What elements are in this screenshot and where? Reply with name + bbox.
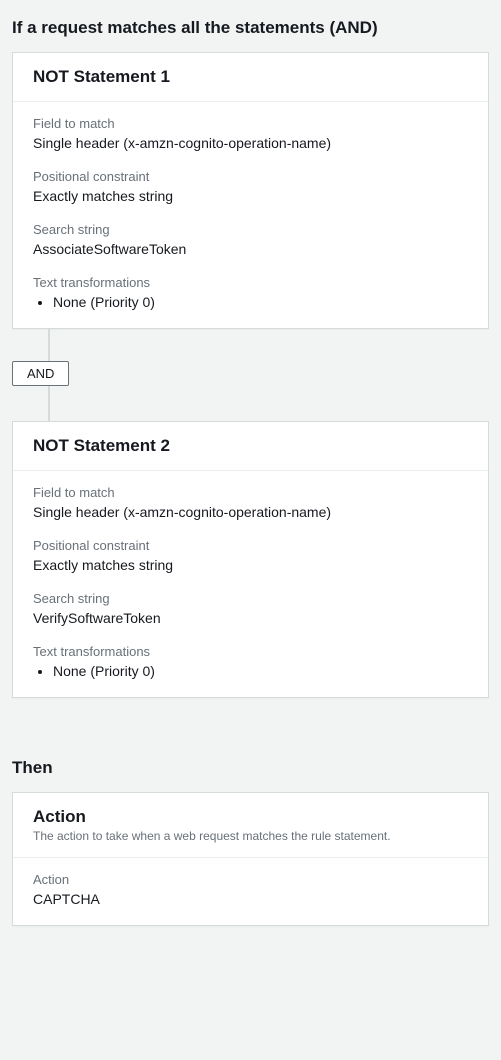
- then-heading: Then: [12, 758, 489, 778]
- statement-panel-body: Field to match Single header (x-amzn-cog…: [13, 102, 488, 328]
- field-to-match-group: Field to match Single header (x-amzn-cog…: [33, 116, 468, 151]
- search-string-label: Search string: [33, 591, 468, 606]
- positional-constraint-value: Exactly matches string: [33, 188, 468, 204]
- action-panel: Action The action to take when a web req…: [12, 792, 489, 926]
- text-transformations-group: Text transformations None (Priority 0): [33, 644, 468, 679]
- text-transformations-label: Text transformations: [33, 644, 468, 659]
- action-label: Action: [33, 872, 468, 887]
- statement-panel-header: NOT Statement 1: [13, 53, 488, 102]
- positional-constraint-group: Positional constraint Exactly matches st…: [33, 169, 468, 204]
- text-transformations-label: Text transformations: [33, 275, 468, 290]
- and-connector: AND: [12, 329, 489, 421]
- statement-panel: NOT Statement 2 Field to match Single he…: [12, 421, 489, 698]
- action-value: CAPTCHA: [33, 891, 468, 907]
- field-to-match-value: Single header (x-amzn-cognito-operation-…: [33, 135, 468, 151]
- action-panel-subtitle: The action to take when a web request ma…: [33, 829, 468, 843]
- positional-constraint-label: Positional constraint: [33, 538, 468, 553]
- search-string-value: AssociateSoftwareToken: [33, 241, 468, 257]
- search-string-group: Search string VerifySoftwareToken: [33, 591, 468, 626]
- statement-panel-body: Field to match Single header (x-amzn-cog…: [13, 471, 488, 697]
- statement-title: NOT Statement 2: [33, 436, 468, 456]
- action-panel-header: Action The action to take when a web req…: [13, 793, 488, 858]
- action-panel-title: Action: [33, 807, 468, 827]
- statement-title: NOT Statement 1: [33, 67, 468, 87]
- search-string-label: Search string: [33, 222, 468, 237]
- action-panel-body: Action CAPTCHA: [13, 858, 488, 925]
- and-badge: AND: [12, 361, 69, 386]
- text-transformations-group: Text transformations None (Priority 0): [33, 275, 468, 310]
- statement-panel: NOT Statement 1 Field to match Single he…: [12, 52, 489, 329]
- text-transformations-list: None (Priority 0): [33, 663, 468, 679]
- positional-constraint-value: Exactly matches string: [33, 557, 468, 573]
- action-group: Action CAPTCHA: [33, 872, 468, 907]
- field-to-match-label: Field to match: [33, 116, 468, 131]
- statement-panel-header: NOT Statement 2: [13, 422, 488, 471]
- field-to-match-value: Single header (x-amzn-cognito-operation-…: [33, 504, 468, 520]
- if-heading: If a request matches all the statements …: [12, 18, 489, 38]
- search-string-value: VerifySoftwareToken: [33, 610, 468, 626]
- field-to-match-label: Field to match: [33, 485, 468, 500]
- search-string-group: Search string AssociateSoftwareToken: [33, 222, 468, 257]
- text-transformation-item: None (Priority 0): [53, 663, 468, 679]
- positional-constraint-group: Positional constraint Exactly matches st…: [33, 538, 468, 573]
- text-transformations-list: None (Priority 0): [33, 294, 468, 310]
- positional-constraint-label: Positional constraint: [33, 169, 468, 184]
- text-transformation-item: None (Priority 0): [53, 294, 468, 310]
- field-to-match-group: Field to match Single header (x-amzn-cog…: [33, 485, 468, 520]
